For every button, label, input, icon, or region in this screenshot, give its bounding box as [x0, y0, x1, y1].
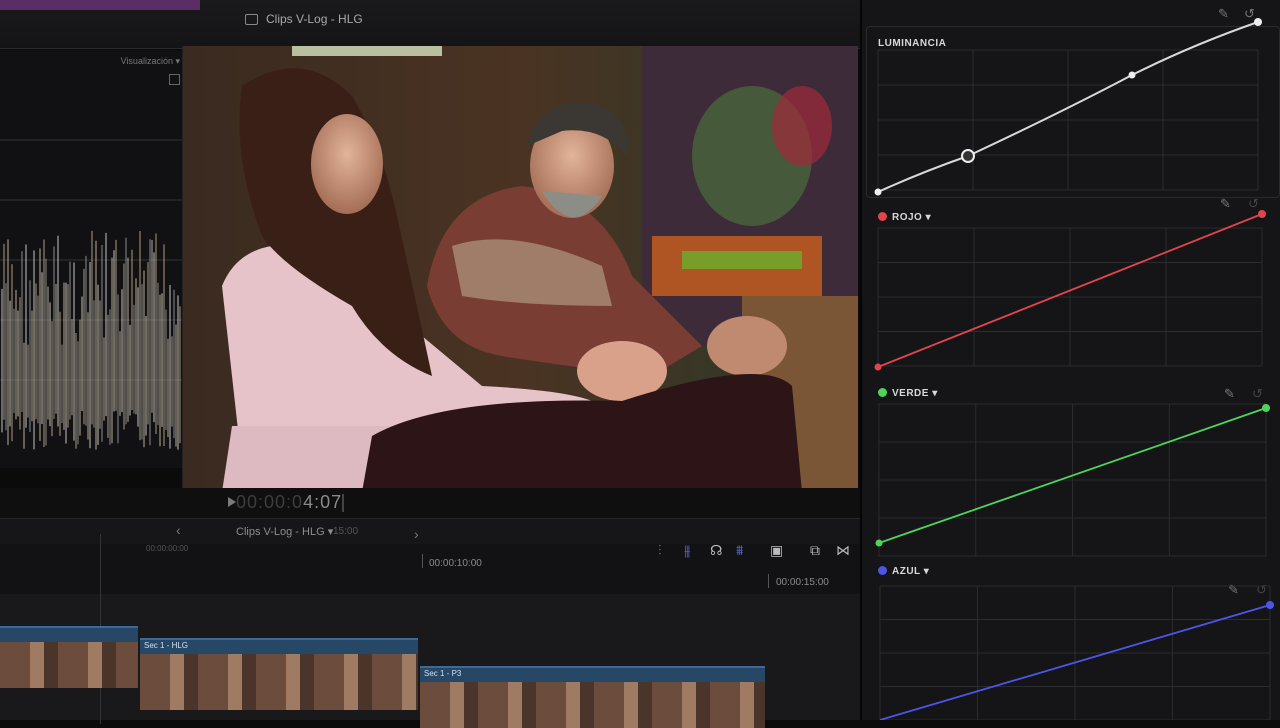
audio-skimming-icon[interactable]: ⫵ [684, 542, 690, 559]
play-icon[interactable] [228, 497, 236, 507]
video-frame [182, 46, 858, 492]
timeline-header: ‹ Clips V-Log - HLG ▾ 15:00 › [0, 518, 860, 545]
curve-point[interactable] [1128, 71, 1136, 79]
timeline-clip[interactable]: Sec 1 - P3 [420, 666, 765, 728]
chevron-left-icon[interactable]: ‹ [176, 522, 181, 538]
video-scopes-panel: Visualización ▾ [0, 50, 187, 468]
curve-point[interactable] [1266, 601, 1274, 609]
clip-label: Sec 1 - P3 [424, 669, 462, 678]
curve-point[interactable] [874, 188, 882, 196]
viewer-image[interactable] [182, 46, 858, 492]
timeline-clip[interactable]: Sec 1 - HLG [140, 638, 418, 710]
ruler-label-start: 00:00:00:00 [146, 544, 189, 553]
timecode-display[interactable]: 00:00:04:07 [236, 492, 342, 513]
transitions-icon[interactable]: ⋈ [836, 542, 850, 559]
snapping-icon[interactable]: ▣ [770, 542, 783, 559]
color-curves-inspector: LUMINANCIA ✎ ↺ ROJO ▾ ✎ ↺ VERDE ▾ ✎ ↺ AZ… [860, 0, 1280, 720]
headphones-icon[interactable]: ☊ [710, 542, 722, 559]
window-title: Clips V-Log - HLG [245, 12, 363, 26]
waveform-scope [0, 139, 186, 450]
scopes-view-menu[interactable]: Visualización ▾ [121, 56, 180, 67]
ruler-label-10s: 00:00:10:00 [429, 558, 482, 569]
scope-settings-icon[interactable] [169, 74, 180, 85]
timeline-clip[interactable] [0, 626, 138, 688]
clip-icon [245, 14, 258, 26]
timecode-prefix: 00:00:0 [236, 492, 304, 512]
curve-point[interactable] [874, 363, 882, 371]
chevron-right-icon[interactable]: › [414, 526, 419, 542]
clip-appearance-icon[interactable]: ⧉ [810, 542, 820, 559]
timecode-divider [342, 494, 344, 512]
timecode-value: 4:07 [303, 492, 343, 512]
timeline-tools: ⫶ ⫵ ☊ ⩩ ▣ ⧉ ⋈ [650, 542, 860, 566]
clip-label: Sec 1 - HLG [144, 641, 189, 650]
window-tab-accent [0, 0, 200, 10]
project-name-menu[interactable]: Clips V-Log - HLG ▾ [236, 525, 333, 538]
curve-graphs[interactable] [862, 0, 1280, 720]
timeline-track-area[interactable]: Sec 1 - HLG Sec 1 - P3 [0, 534, 860, 728]
playback-bar: 00:00:04:07 ⤢ [0, 488, 860, 533]
curve-point[interactable] [1258, 210, 1266, 218]
project-duration: 15:00 [333, 526, 359, 537]
project-name-text: Clips V-Log - HLG [236, 526, 325, 538]
curve-point[interactable] [1262, 404, 1270, 412]
ruler-label-15s: 00:00:15:00 [776, 577, 829, 588]
audio-waveform-icon[interactable]: ⫶ [658, 542, 662, 559]
solo-icon[interactable]: ⩩ [736, 542, 743, 559]
scopes-view-label: Visualización [120, 56, 173, 66]
curve-point[interactable] [875, 539, 883, 547]
ruler-tick [768, 574, 769, 588]
window-title-text: Clips V-Log - HLG [266, 12, 363, 26]
curve-point-selected[interactable] [961, 149, 975, 163]
ruler-tick [422, 554, 423, 568]
curve-point[interactable] [1254, 18, 1262, 26]
window-titlebar: Clips V-Log - HLG [0, 0, 860, 49]
